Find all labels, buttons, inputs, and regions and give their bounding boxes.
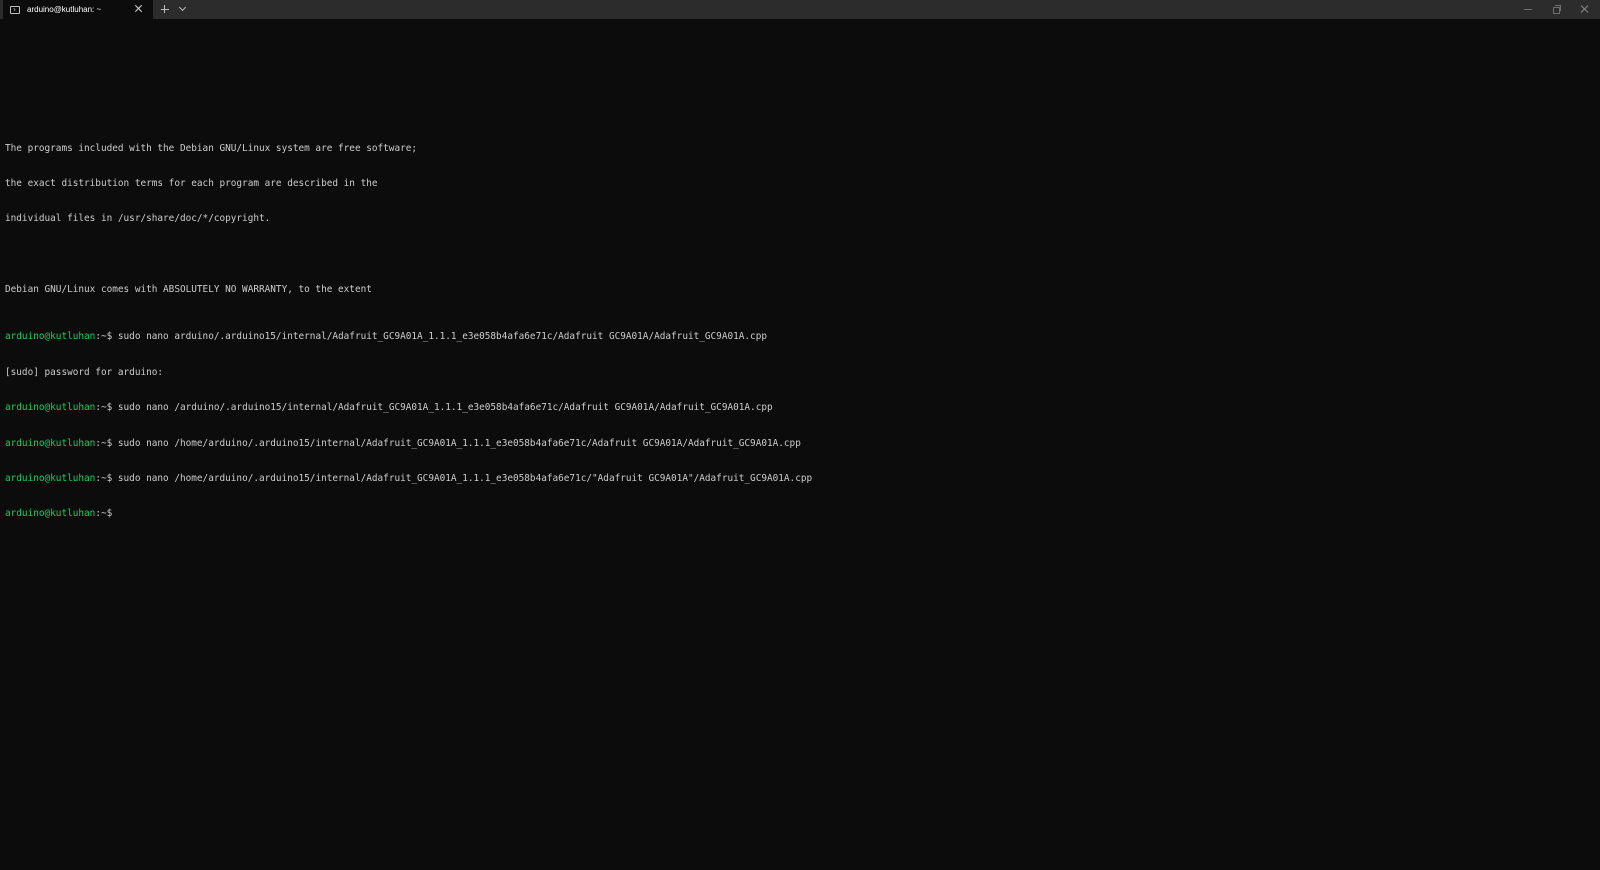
- command-text: sudo nano /home/arduino/.arduino15/inter…: [112, 472, 813, 484]
- command-line: arduino@kutluhan:~$ sudo nano arduino/.a…: [5, 331, 1595, 343]
- minimize-icon[interactable]: [1523, 4, 1535, 14]
- tab-close-icon[interactable]: [134, 4, 144, 14]
- terminal-icon: [10, 5, 20, 14]
- command-line: arduino@kutluhan:~$ sudo nano /home/ardu…: [5, 438, 1595, 450]
- prompt-suffix: :~$: [95, 402, 113, 414]
- active-prompt-line[interactable]: arduino@kutluhan:~$: [5, 508, 1595, 520]
- prompt-user: arduino@kutluhan: [5, 402, 96, 414]
- new-tab-plus-icon[interactable]: [160, 4, 170, 14]
- prompt-user: arduino@kutluhan: [5, 331, 96, 343]
- command-text: sudo nano arduino/.arduino15/internal/Ad…: [112, 331, 767, 343]
- command-line: arduino@kutluhan:~$ sudo nano /home/ardu…: [5, 473, 1595, 485]
- prompt-suffix: :~$: [95, 508, 113, 520]
- intro-line: Debian GNU/Linux comes with ABSOLUTELY N…: [5, 284, 372, 296]
- prompt-suffix: :~$: [95, 472, 113, 484]
- tab-terminal[interactable]: arduino@kutluhan: ~: [3, 0, 153, 19]
- title-bar: arduino@kutluhan: ~: [0, 0, 1600, 19]
- prompt-suffix: :~$: [95, 331, 113, 343]
- command-text: sudo nano /arduino/.arduino15/internal/A…: [112, 402, 773, 414]
- window-close-icon[interactable]: [1580, 4, 1590, 14]
- command-text: sudo nano /home/arduino/.arduino15/inter…: [112, 437, 801, 449]
- prompt-user: arduino@kutluhan: [5, 508, 96, 520]
- terminal-output[interactable]: The programs included with the Debian GN…: [5, 119, 1595, 532]
- intro-line: the exact distribution terms for each pr…: [5, 177, 378, 189]
- output-line: [sudo] password for arduino:: [5, 366, 164, 378]
- prompt-suffix: :~$: [95, 437, 113, 449]
- prompt-user: arduino@kutluhan: [5, 472, 96, 484]
- restore-icon[interactable]: [1551, 4, 1563, 14]
- prompt-user: arduino@kutluhan: [5, 437, 96, 449]
- intro-line: [5, 249, 1595, 261]
- command-line: arduino@kutluhan:~$ sudo nano /arduino/.…: [5, 402, 1595, 414]
- intro-line: individual files in /usr/share/doc/*/cop…: [5, 213, 271, 225]
- intro-line: The programs included with the Debian GN…: [5, 142, 418, 154]
- tab-dropdown-chevron-down-icon[interactable]: [178, 4, 188, 14]
- tab-title: arduino@kutluhan: ~: [27, 5, 102, 14]
